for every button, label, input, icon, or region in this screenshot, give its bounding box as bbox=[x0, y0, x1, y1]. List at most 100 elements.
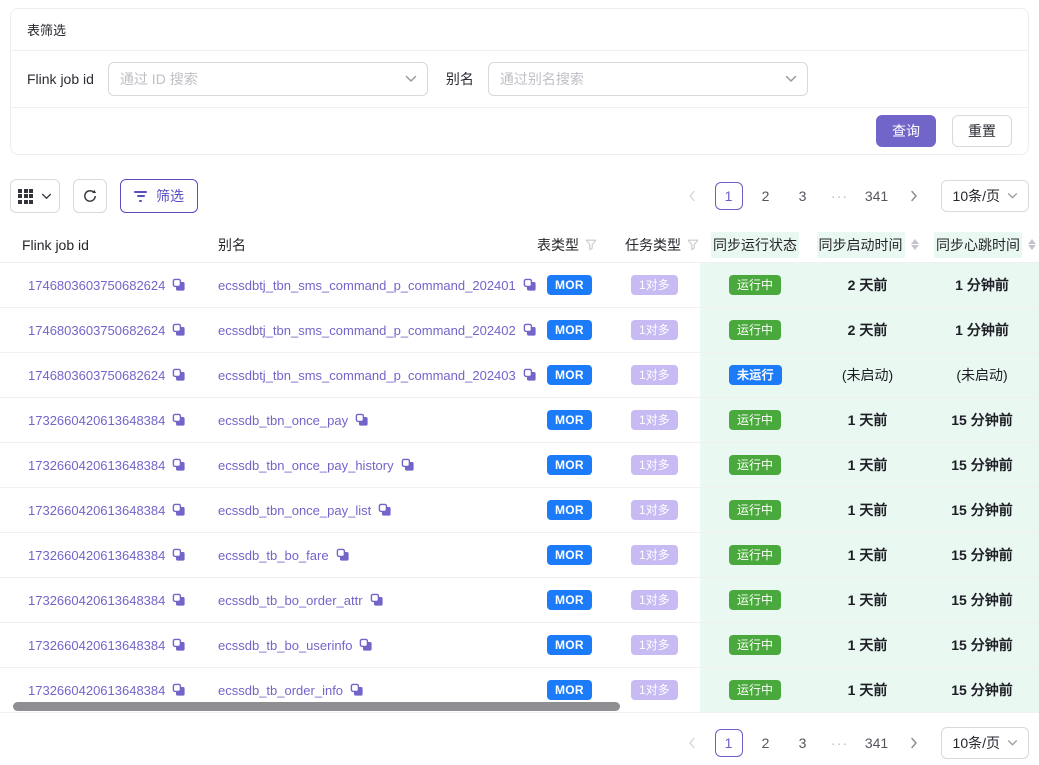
job-id-search-input[interactable] bbox=[120, 71, 390, 87]
alias-link[interactable]: ecssdb_tbn_once_pay bbox=[218, 413, 348, 428]
page-button-2[interactable]: 2 bbox=[752, 729, 780, 757]
next-page-button[interactable] bbox=[900, 729, 928, 757]
page-button-last[interactable]: 341 bbox=[863, 729, 891, 757]
copy-icon[interactable] bbox=[350, 683, 364, 697]
copy-icon[interactable] bbox=[370, 593, 384, 607]
page-ellipsis[interactable]: ··· bbox=[826, 182, 854, 210]
chevron-left-icon bbox=[688, 737, 696, 749]
header-alias: 别名 bbox=[218, 235, 537, 255]
page-button-3[interactable]: 3 bbox=[789, 182, 817, 210]
horizontal-scrollbar-thumb[interactable] bbox=[13, 702, 620, 711]
job-id-link[interactable]: 1732660420613648384 bbox=[28, 638, 165, 653]
status-tag: 运行中 bbox=[729, 455, 781, 475]
copy-icon[interactable] bbox=[172, 638, 186, 652]
page-size-select[interactable]: 10条/页 bbox=[941, 180, 1029, 212]
table-type-tag: MOR bbox=[547, 410, 592, 430]
table-type-tag: MOR bbox=[547, 275, 592, 295]
copy-icon[interactable] bbox=[172, 368, 186, 382]
copy-icon[interactable] bbox=[172, 278, 186, 292]
alias-link[interactable]: ecssdb_tb_order_info bbox=[218, 683, 343, 698]
sync-heartbeat-time-cell: 15 分钟前 bbox=[925, 668, 1039, 712]
copy-icon[interactable] bbox=[359, 638, 373, 652]
job-id-select[interactable] bbox=[108, 62, 428, 96]
page-button-3[interactable]: 3 bbox=[789, 729, 817, 757]
table-row: 1732660420613648384 ecssdb_tb_bo_order_a… bbox=[0, 578, 1039, 623]
next-page-button[interactable] bbox=[900, 182, 928, 210]
prev-page-button[interactable] bbox=[678, 182, 706, 210]
sorter-icon[interactable] bbox=[1028, 239, 1036, 250]
job-id-link[interactable]: 1746803603750682624 bbox=[28, 368, 165, 383]
table-row: 1746803603750682624 ecssdbtj_tbn_sms_com… bbox=[0, 353, 1039, 398]
alias-link[interactable]: ecssdbtj_tbn_sms_command_p_command_20240… bbox=[218, 323, 516, 338]
query-button[interactable]: 查询 bbox=[876, 115, 936, 147]
sync-heartbeat-time-cell: (未启动) bbox=[925, 353, 1039, 397]
sync-start-time-cell: 1 天前 bbox=[810, 533, 925, 577]
page-ellipsis[interactable]: ··· bbox=[826, 729, 854, 757]
filter-button[interactable]: 筛选 bbox=[120, 179, 198, 213]
alias-link[interactable]: ecssdb_tbn_once_pay_history bbox=[218, 458, 394, 473]
table-row: 1732660420613648384 ecssdb_tb_bo_userinf… bbox=[0, 623, 1039, 668]
copy-icon[interactable] bbox=[523, 323, 537, 337]
sync-heartbeat-time-cell: 15 分钟前 bbox=[925, 533, 1039, 577]
copy-icon[interactable] bbox=[172, 458, 186, 472]
refresh-button[interactable] bbox=[73, 179, 107, 213]
copy-icon[interactable] bbox=[336, 548, 350, 562]
alias-select[interactable] bbox=[488, 62, 808, 96]
page-button-2[interactable]: 2 bbox=[752, 182, 780, 210]
header-table-type: 表类型 bbox=[537, 235, 625, 255]
filter-funnel-icon[interactable] bbox=[687, 239, 699, 251]
reset-button[interactable]: 重置 bbox=[952, 115, 1012, 147]
table-type-tag: MOR bbox=[547, 320, 592, 340]
copy-icon[interactable] bbox=[378, 503, 392, 517]
job-id-link[interactable]: 1732660420613648384 bbox=[28, 683, 165, 698]
table-row: 1746803603750682624 ecssdbtj_tbn_sms_com… bbox=[0, 263, 1039, 308]
copy-icon[interactable] bbox=[172, 548, 186, 562]
column-settings-button[interactable] bbox=[10, 179, 60, 213]
copy-icon[interactable] bbox=[172, 413, 186, 427]
filter-funnel-icon[interactable] bbox=[585, 239, 597, 251]
job-id-link[interactable]: 1732660420613648384 bbox=[28, 413, 165, 428]
refresh-icon bbox=[82, 188, 98, 204]
sync-heartbeat-time-cell: 15 分钟前 bbox=[925, 488, 1039, 532]
copy-icon[interactable] bbox=[523, 368, 537, 382]
sync-start-time-cell: (未启动) bbox=[810, 353, 925, 397]
sync-start-time-cell: 1 天前 bbox=[810, 668, 925, 712]
alias-search-input[interactable] bbox=[500, 71, 770, 87]
page-button-1[interactable]: 1 bbox=[715, 729, 743, 757]
alias-link[interactable]: ecssdb_tbn_once_pay_list bbox=[218, 503, 371, 518]
table-type-tag: MOR bbox=[547, 545, 592, 565]
job-id-link[interactable]: 1732660420613648384 bbox=[28, 593, 165, 608]
page-button-1[interactable]: 1 bbox=[715, 182, 743, 210]
sync-start-time-cell: 1 天前 bbox=[810, 398, 925, 442]
job-id-link[interactable]: 1746803603750682624 bbox=[28, 278, 165, 293]
sorter-icon[interactable] bbox=[911, 239, 919, 250]
copy-icon[interactable] bbox=[401, 458, 415, 472]
status-tag: 运行中 bbox=[729, 545, 781, 565]
filter-button-label: 筛选 bbox=[156, 186, 184, 206]
alias-link[interactable]: ecssdbtj_tbn_sms_command_p_command_20240… bbox=[218, 278, 516, 293]
job-id-link[interactable]: 1732660420613648384 bbox=[28, 458, 165, 473]
page-button-last[interactable]: 341 bbox=[863, 182, 891, 210]
task-type-tag: 1对多 bbox=[631, 680, 678, 700]
sync-start-time-cell: 1 天前 bbox=[810, 443, 925, 487]
job-id-link[interactable]: 1732660420613648384 bbox=[28, 503, 165, 518]
task-type-tag: 1对多 bbox=[631, 410, 678, 430]
copy-icon[interactable] bbox=[172, 593, 186, 607]
copy-icon[interactable] bbox=[172, 323, 186, 337]
alias-link[interactable]: ecssdb_tb_bo_fare bbox=[218, 548, 329, 563]
alias-link[interactable]: ecssdb_tb_bo_userinfo bbox=[218, 638, 352, 653]
alias-link[interactable]: ecssdbtj_tbn_sms_command_p_command_20240… bbox=[218, 368, 516, 383]
copy-icon[interactable] bbox=[172, 503, 186, 517]
copy-icon[interactable] bbox=[355, 413, 369, 427]
page-size-select[interactable]: 10条/页 bbox=[941, 727, 1029, 759]
status-tag: 运行中 bbox=[729, 275, 781, 295]
sync-heartbeat-time-cell: 15 分钟前 bbox=[925, 623, 1039, 667]
chevron-down-icon bbox=[1007, 740, 1018, 747]
copy-icon[interactable] bbox=[523, 278, 537, 292]
job-id-link[interactable]: 1746803603750682624 bbox=[28, 323, 165, 338]
copy-icon[interactable] bbox=[172, 683, 186, 697]
alias-link[interactable]: ecssdb_tb_bo_order_attr bbox=[218, 593, 363, 608]
job-id-link[interactable]: 1732660420613648384 bbox=[28, 548, 165, 563]
sync-table: Flink job id 别名 表类型 任务类型 同步运行状态 同步启动时间 同… bbox=[0, 227, 1039, 713]
prev-page-button[interactable] bbox=[678, 729, 706, 757]
